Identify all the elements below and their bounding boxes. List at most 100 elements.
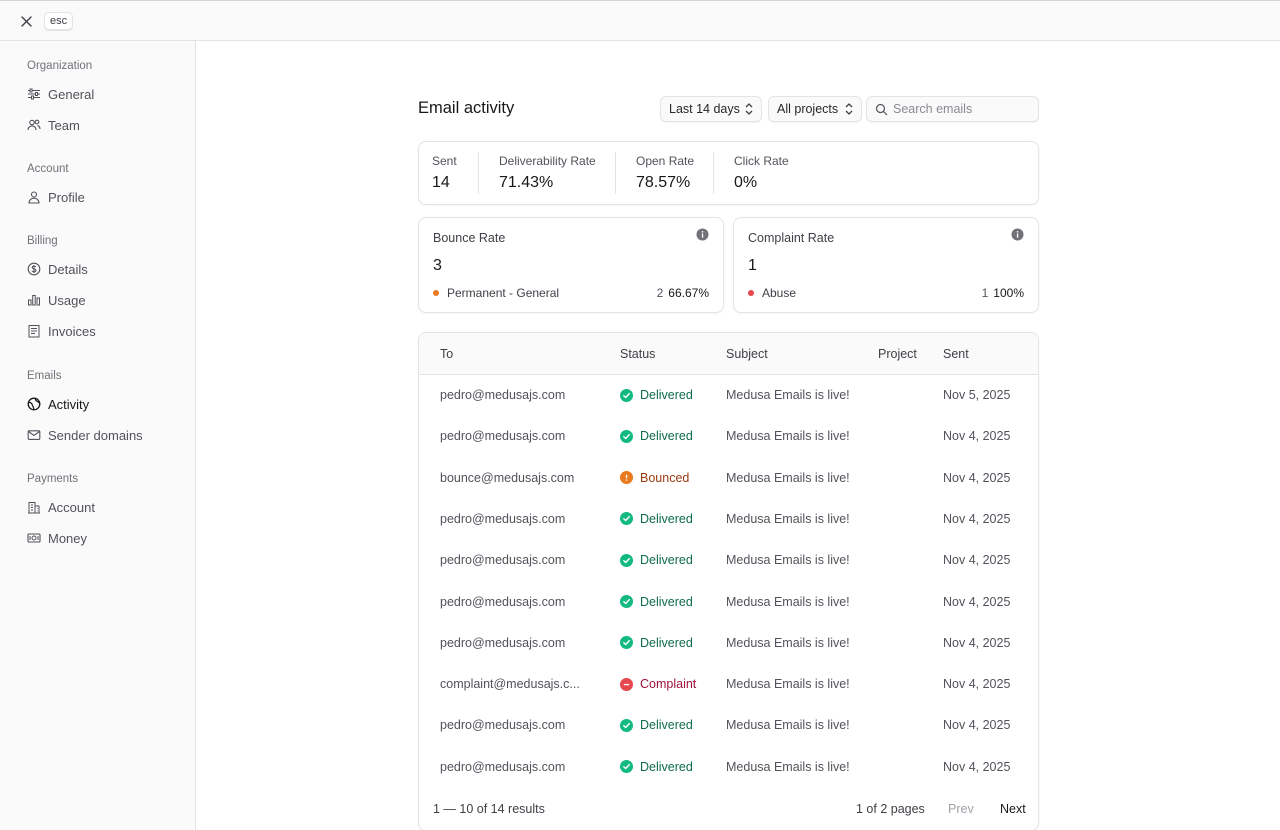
search-box[interactable] [866, 96, 1039, 122]
sidebar-item-team[interactable]: Team [27, 114, 80, 136]
cell-subject: Medusa Emails is live! [726, 553, 850, 568]
column-header-sent[interactable]: Sent [943, 347, 969, 361]
sidebar-item-account[interactable]: Account [27, 496, 95, 518]
prev-page-button[interactable]: Prev [948, 802, 974, 816]
email-activity-table: To Status Subject Project Sent pedro@med… [418, 332, 1039, 830]
cell-to: pedro@medusajs.com [440, 388, 566, 402]
date-range-select[interactable]: Last 14 days [660, 96, 762, 122]
status-label: Delivered [640, 635, 693, 650]
check-circle-icon [620, 595, 633, 608]
divider [713, 152, 714, 194]
project-select[interactable]: All projects [768, 96, 862, 122]
sidebar-group-emails: Emails [27, 370, 62, 382]
check-circle-icon [620, 760, 633, 774]
table-row[interactable]: pedro@medusajs.com Delivered Medusa Emails… [419, 540, 1038, 581]
topbar: esc [0, 1, 1280, 41]
bounce-rate-title: Bounce Rate [433, 231, 506, 245]
close-button[interactable] [18, 13, 34, 29]
divider [615, 152, 616, 194]
cell-to: complaint@medusajs.c... [440, 677, 580, 692]
status-label: Delivered [640, 553, 693, 568]
status-label: Delivered [640, 511, 693, 526]
cell-subject: Medusa Emails is live! [726, 677, 850, 692]
table-row[interactable]: pedro@medusajs.com Delivered Medusa Emails… [419, 375, 1038, 416]
cell-subject: Medusa Emails is live! [726, 635, 850, 650]
status-label: Complaint [640, 677, 697, 692]
cell-sent: Nov 4, 2025 [943, 635, 1011, 650]
table-row[interactable]: pedro@medusajs.com Delivered Medusa Emails… [419, 747, 1038, 788]
cell-to: pedro@medusajs.com [440, 594, 566, 609]
column-header-subject[interactable]: Subject [726, 347, 768, 361]
cell-sent: Nov 4, 2025 [943, 553, 1011, 568]
cell-status: Delivered [620, 760, 693, 774]
user-icon [27, 190, 41, 204]
table-row[interactable]: pedro@medusajs.com Delivered Medusa Emails… [419, 582, 1038, 623]
info-icon[interactable] [1011, 228, 1024, 241]
cell-sent: Nov 4, 2025 [943, 759, 1011, 774]
table-row[interactable]: pedro@medusajs.com Delivered Medusa Emails… [419, 499, 1038, 540]
status-label: Delivered [640, 429, 693, 444]
status-label: Delivered [640, 594, 693, 609]
results-count: 1 — 10 of 14 results [433, 802, 545, 816]
minus-circle-icon [620, 677, 633, 691]
sidebar-item-profile[interactable]: Profile [27, 186, 85, 208]
stat-label: Open Rate [636, 154, 695, 168]
table-row[interactable]: complaint@medusajs.c... Complaint Medusa E… [419, 664, 1038, 705]
status-label: Delivered [640, 759, 693, 774]
stat-label: Deliverability Rate [499, 154, 596, 168]
sidebar-item-money[interactable]: Money [27, 527, 87, 549]
cell-to: pedro@medusajs.com [440, 553, 566, 568]
sidebar-item-usage[interactable]: Usage [27, 289, 86, 311]
complaint-rate-title: Complaint Rate [748, 231, 835, 245]
next-page-button[interactable]: Next [1000, 802, 1026, 816]
sidebar-item-invoices[interactable]: Invoices [27, 320, 96, 342]
esc-key-hint: esc [44, 12, 74, 30]
table-row[interactable]: pedro@medusajs.com Delivered Medusa Emails… [419, 416, 1038, 457]
table-row[interactable]: bounce@medusajs.com Bounced Medusa Emails … [419, 458, 1038, 499]
cell-status: Delivered [620, 388, 693, 402]
table-row[interactable]: pedro@medusajs.com Delivered Medusa Emails… [419, 705, 1038, 746]
cell-subject: Medusa Emails is live! [726, 511, 850, 526]
cell-status: Delivered [620, 718, 693, 732]
users-icon [27, 118, 41, 132]
sidebar-item-label: Profile [48, 189, 85, 205]
sidebar-group-payments: Payments [27, 473, 79, 485]
mail-icon [27, 428, 41, 442]
sidebar-item-sender-domains[interactable]: Sender domains [27, 424, 143, 446]
divider [478, 152, 479, 194]
sidebar-group-billing: Billing [27, 235, 58, 247]
cell-status: Delivered [620, 636, 693, 650]
column-header-project[interactable]: Project [878, 347, 917, 361]
sidebar-item-label: Invoices [48, 323, 96, 339]
table-row[interactable]: pedro@medusajs.com Delivered Medusa Emails… [419, 623, 1038, 664]
cell-subject: Medusa Emails is live! [726, 718, 850, 733]
stat-open-rate: Open Rate 78.57% [636, 154, 694, 192]
sidebar-item-general[interactable]: General [27, 83, 94, 105]
date-range-value: Last 14 days [669, 102, 740, 116]
cell-status: Complaint [620, 677, 696, 691]
sidebar-item-activity[interactable]: Activity [27, 393, 89, 415]
chevron-up-down-icon [845, 103, 853, 115]
sidebar-item-details[interactable]: Details [27, 258, 88, 280]
search-input[interactable] [893, 102, 1033, 116]
sidebar-item-label: Details [48, 261, 88, 277]
cell-subject: Medusa Emails is live! [726, 594, 850, 609]
column-header-to[interactable]: To [440, 347, 453, 361]
stat-value: 14 [432, 174, 450, 191]
check-circle-icon [620, 429, 633, 443]
stat-label: Sent [432, 154, 457, 168]
sidebar-item-label: Team [48, 117, 80, 133]
sidebar-item-label: Account [48, 499, 95, 515]
status-dot [748, 290, 754, 296]
stat-sent: Sent 14 [432, 154, 457, 192]
sidebar-group-account: Account [27, 163, 69, 175]
stat-value: 78.57% [636, 174, 691, 191]
sidebar: Organization General Team Account Profil… [0, 41, 196, 830]
bounce-rate-value: 3 [433, 257, 442, 274]
app-window: esc Organization General Team Account Pr… [0, 0, 1280, 830]
cell-sent: Nov 4, 2025 [943, 470, 1011, 485]
pagination: 1 — 10 of 14 results 1 of 2 pages Prev N… [419, 798, 1038, 822]
column-header-status[interactable]: Status [620, 347, 655, 361]
info-icon[interactable] [696, 228, 709, 241]
status-label: Delivered [640, 718, 693, 733]
